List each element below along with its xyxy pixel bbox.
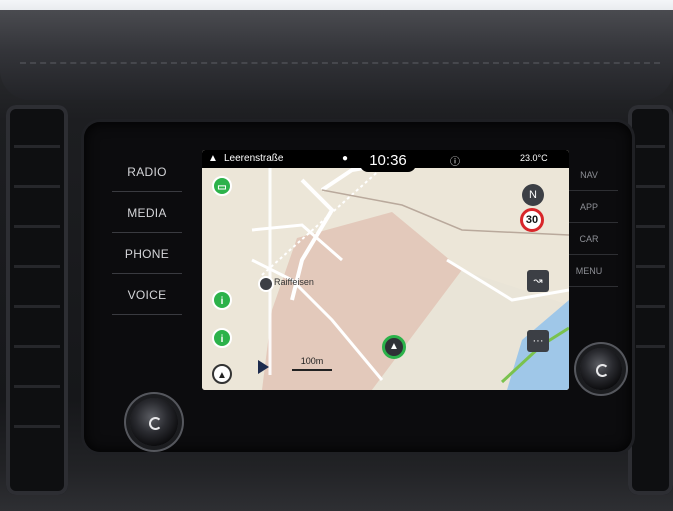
scale-label: 100m: [300, 356, 324, 366]
restaurant-icon[interactable]: і: [212, 328, 232, 348]
air-vent-left: [6, 105, 68, 495]
voice-button[interactable]: VOICE: [112, 276, 182, 315]
place-label: Raiffeisen: [274, 277, 314, 287]
info-icon[interactable]: ⓘ: [450, 153, 460, 168]
tune-knob[interactable]: [580, 348, 622, 390]
fuel-station-marker-icon[interactable]: [258, 276, 274, 292]
compass-arrow-icon[interactable]: ▲: [212, 364, 232, 384]
traffic-icon: ●: [342, 153, 349, 164]
fuel-pump-icon[interactable]: ▭: [212, 176, 232, 196]
car-dashboard: RADIO MEDIA PHONE VOICE NAV APP CAR MENU…: [0, 0, 673, 511]
media-button[interactable]: MEDIA: [112, 194, 182, 233]
play-icon[interactable]: [258, 360, 269, 374]
more-options-button[interactable]: ···: [527, 330, 549, 352]
clock: 10:36: [360, 150, 416, 172]
dashboard-stitching: [20, 62, 660, 66]
air-vent-right: [628, 105, 673, 495]
restaurant-icon[interactable]: і: [212, 290, 232, 310]
vehicle-arrow-icon: ▲: [382, 335, 406, 359]
speed-limit-sign: 30: [520, 208, 544, 232]
phone-button[interactable]: PHONE: [112, 235, 182, 274]
dashboard-top: [0, 10, 673, 100]
temperature-readout: 23.0°C: [520, 153, 548, 163]
radio-button[interactable]: RADIO: [112, 153, 182, 192]
route-options-icon[interactable]: ↝: [527, 270, 549, 292]
navigation-screen: ▲ Leerenstraße ● ⓘ 23.0°C 10:36 ▭ і і ▲ …: [202, 150, 569, 390]
compass-button[interactable]: N: [522, 184, 544, 206]
scale-bar: [292, 369, 332, 371]
volume-knob[interactable]: [130, 398, 178, 446]
current-street: Leerenstraße: [224, 153, 284, 164]
location-arrow-icon: ▲: [208, 153, 218, 164]
poi-strip: ▭ і і ▲: [210, 172, 246, 386]
